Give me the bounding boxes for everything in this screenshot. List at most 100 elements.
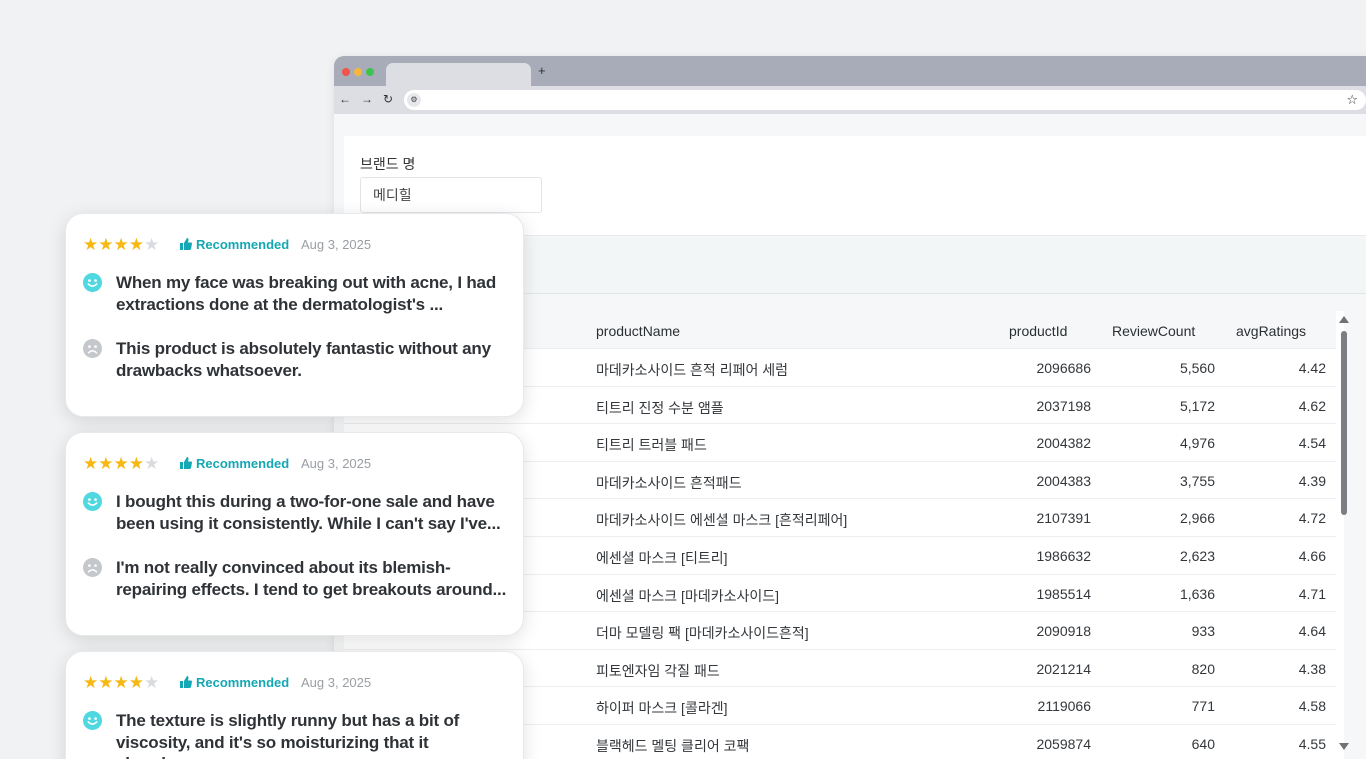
sad-face-icon bbox=[83, 339, 102, 358]
back-arrow-icon[interactable]: ← bbox=[339, 92, 351, 106]
cell-reviewcount: 2,966 bbox=[1179, 510, 1215, 527]
star-filled-icon: ★ bbox=[83, 673, 99, 692]
scrollbar-thumb[interactable] bbox=[1341, 331, 1347, 515]
star-empty-icon: ★ bbox=[144, 235, 160, 254]
cell-avgratings: 4.55 bbox=[1298, 736, 1326, 752]
cell-productname: 마데카소사이드 흔적패드 bbox=[596, 474, 742, 491]
brand-name-label: 브랜드 명 bbox=[360, 156, 416, 172]
star-filled-icon: ★ bbox=[113, 673, 129, 692]
review-card: ★★★★★ Recommended Aug 3, 2025 I bought t… bbox=[65, 432, 524, 636]
cell-avgratings: 4.62 bbox=[1298, 397, 1326, 414]
review-date: Aug 3, 2025 bbox=[301, 675, 372, 690]
review-card: ★★★★★ Recommended Aug 3, 2025 The textur… bbox=[65, 651, 524, 759]
positive-comment-text: When my face was breaking out with acne,… bbox=[116, 273, 496, 314]
maximize-window-dot[interactable] bbox=[366, 68, 374, 76]
positive-comment-text: I bought this during a two-for-one sale … bbox=[116, 492, 501, 533]
cell-avgratings: 4.39 bbox=[1298, 472, 1326, 489]
new-tab-button[interactable]: + bbox=[538, 63, 546, 79]
positive-comment-text: The texture is slightly runny but has a … bbox=[116, 711, 460, 759]
recommended-badge: Recommended bbox=[180, 237, 289, 252]
column-header-avgratings[interactable]: avgRatings bbox=[1236, 323, 1306, 339]
cell-productname: 피토엔자임 각질 패드 bbox=[596, 662, 720, 679]
stage: + ← → ↻ ⚙ ☆ 브랜드 명 메디힐 productName produc… bbox=[0, 0, 1366, 759]
cell-productid: 2096686 bbox=[1036, 360, 1091, 376]
star-filled-icon: ★ bbox=[128, 235, 144, 254]
thumbs-up-icon bbox=[180, 457, 192, 469]
star-filled-icon: ★ bbox=[98, 454, 114, 473]
scroll-up-arrow-icon[interactable] bbox=[1339, 316, 1349, 323]
recommended-badge: Recommended bbox=[180, 675, 289, 690]
cell-reviewcount: 3,755 bbox=[1179, 472, 1215, 489]
cell-reviewcount: 5,172 bbox=[1179, 397, 1215, 414]
cell-productid: 2119066 bbox=[1037, 698, 1091, 715]
cell-productname: 에센셜 마스크 [티트리] bbox=[596, 550, 728, 566]
thumbs-up-icon bbox=[180, 238, 192, 250]
cell-productname: 티트리 진정 수분 앰플 bbox=[596, 399, 724, 416]
cell-productname: 마데카소사이드 에센셜 마스크 [흔적리페어] bbox=[596, 512, 848, 529]
column-header-productname[interactable]: productName bbox=[596, 323, 680, 339]
smiley-face-icon bbox=[83, 711, 102, 730]
recommended-label: Recommended bbox=[196, 456, 290, 471]
star-empty-icon: ★ bbox=[144, 673, 160, 692]
review-date: Aug 3, 2025 bbox=[301, 456, 372, 471]
address-bar: ← → ↻ ⚙ ☆ bbox=[334, 86, 1366, 114]
cell-productid: 2107391 bbox=[1036, 510, 1091, 527]
column-header-reviewcount[interactable]: ReviewCount bbox=[1112, 323, 1195, 339]
cell-productid: 2004383 bbox=[1036, 472, 1091, 489]
star-rating: ★★★★★ bbox=[83, 674, 159, 693]
cell-productid: 2090918 bbox=[1036, 623, 1091, 640]
cell-reviewcount: 5,560 bbox=[1179, 360, 1215, 376]
cell-productname: 에센셜 마스크 [마데카소사이드] bbox=[596, 587, 779, 604]
scroll-down-arrow-icon[interactable] bbox=[1339, 743, 1349, 750]
cell-avgratings: 4.38 bbox=[1298, 660, 1326, 677]
star-empty-icon: ★ bbox=[144, 454, 160, 473]
cell-reviewcount: 2,623 bbox=[1179, 548, 1215, 564]
forward-arrow-icon[interactable]: → bbox=[361, 92, 373, 106]
cell-avgratings: 4.71 bbox=[1298, 585, 1326, 602]
cell-productid: 2004382 bbox=[1036, 435, 1091, 452]
close-window-dot[interactable] bbox=[342, 68, 350, 76]
star-filled-icon: ★ bbox=[113, 454, 129, 473]
star-filled-icon: ★ bbox=[83, 454, 99, 473]
active-tab[interactable] bbox=[386, 63, 531, 86]
url-input[interactable]: ⚙ ☆ bbox=[404, 90, 1366, 110]
cell-avgratings: 4.54 bbox=[1298, 435, 1326, 452]
minimize-window-dot[interactable] bbox=[354, 68, 362, 76]
star-filled-icon: ★ bbox=[128, 454, 144, 473]
reload-icon[interactable]: ↻ bbox=[383, 92, 393, 106]
cell-productname: 블랙헤드 멜팅 클리어 코팩 bbox=[596, 738, 750, 754]
cell-productname: 티트리 트러블 패드 bbox=[596, 437, 707, 454]
smiley-face-icon bbox=[83, 492, 102, 511]
star-filled-icon: ★ bbox=[128, 673, 144, 692]
star-filled-icon: ★ bbox=[83, 235, 99, 254]
cell-productid: 2021214 bbox=[1036, 660, 1091, 677]
column-header-productid[interactable]: productId bbox=[1009, 323, 1067, 339]
cell-productid: 1985514 bbox=[1036, 585, 1091, 602]
tab-bar: + bbox=[334, 56, 1366, 86]
cell-avgratings: 4.66 bbox=[1298, 548, 1326, 564]
cell-reviewcount: 4,976 bbox=[1179, 435, 1215, 452]
review-date: Aug 3, 2025 bbox=[301, 237, 372, 252]
star-filled-icon: ★ bbox=[98, 673, 114, 692]
brand-name-input[interactable]: 메디힐 bbox=[360, 177, 542, 213]
star-filled-icon: ★ bbox=[98, 235, 114, 254]
cell-productid: 2037198 bbox=[1036, 397, 1091, 414]
cell-avgratings: 4.42 bbox=[1298, 360, 1326, 376]
cell-productname: 하이퍼 마스크 [콜라겐] bbox=[596, 700, 728, 717]
negative-comment-text: This product is absolutely fantastic wit… bbox=[116, 339, 491, 380]
star-rating: ★★★★★ bbox=[83, 455, 159, 474]
cell-avgratings: 4.58 bbox=[1298, 698, 1326, 715]
recommended-badge: Recommended bbox=[180, 456, 289, 471]
star-rating: ★★★★★ bbox=[83, 236, 159, 255]
star-filled-icon: ★ bbox=[113, 235, 129, 254]
thumbs-up-icon bbox=[180, 676, 192, 688]
cell-avgratings: 4.64 bbox=[1298, 623, 1326, 640]
bookmark-star-icon[interactable]: ☆ bbox=[1346, 92, 1358, 108]
site-info-icon[interactable]: ⚙ bbox=[407, 93, 421, 107]
cell-reviewcount: 640 bbox=[1191, 736, 1215, 752]
cell-productname: 마데카소사이드 흔적 리페어 세럼 bbox=[596, 362, 788, 378]
review-card: ★★★★★ Recommended Aug 3, 2025 When my fa… bbox=[65, 213, 524, 417]
cell-reviewcount: 933 bbox=[1191, 623, 1215, 640]
cell-reviewcount: 820 bbox=[1191, 660, 1215, 677]
recommended-label: Recommended bbox=[196, 237, 290, 252]
